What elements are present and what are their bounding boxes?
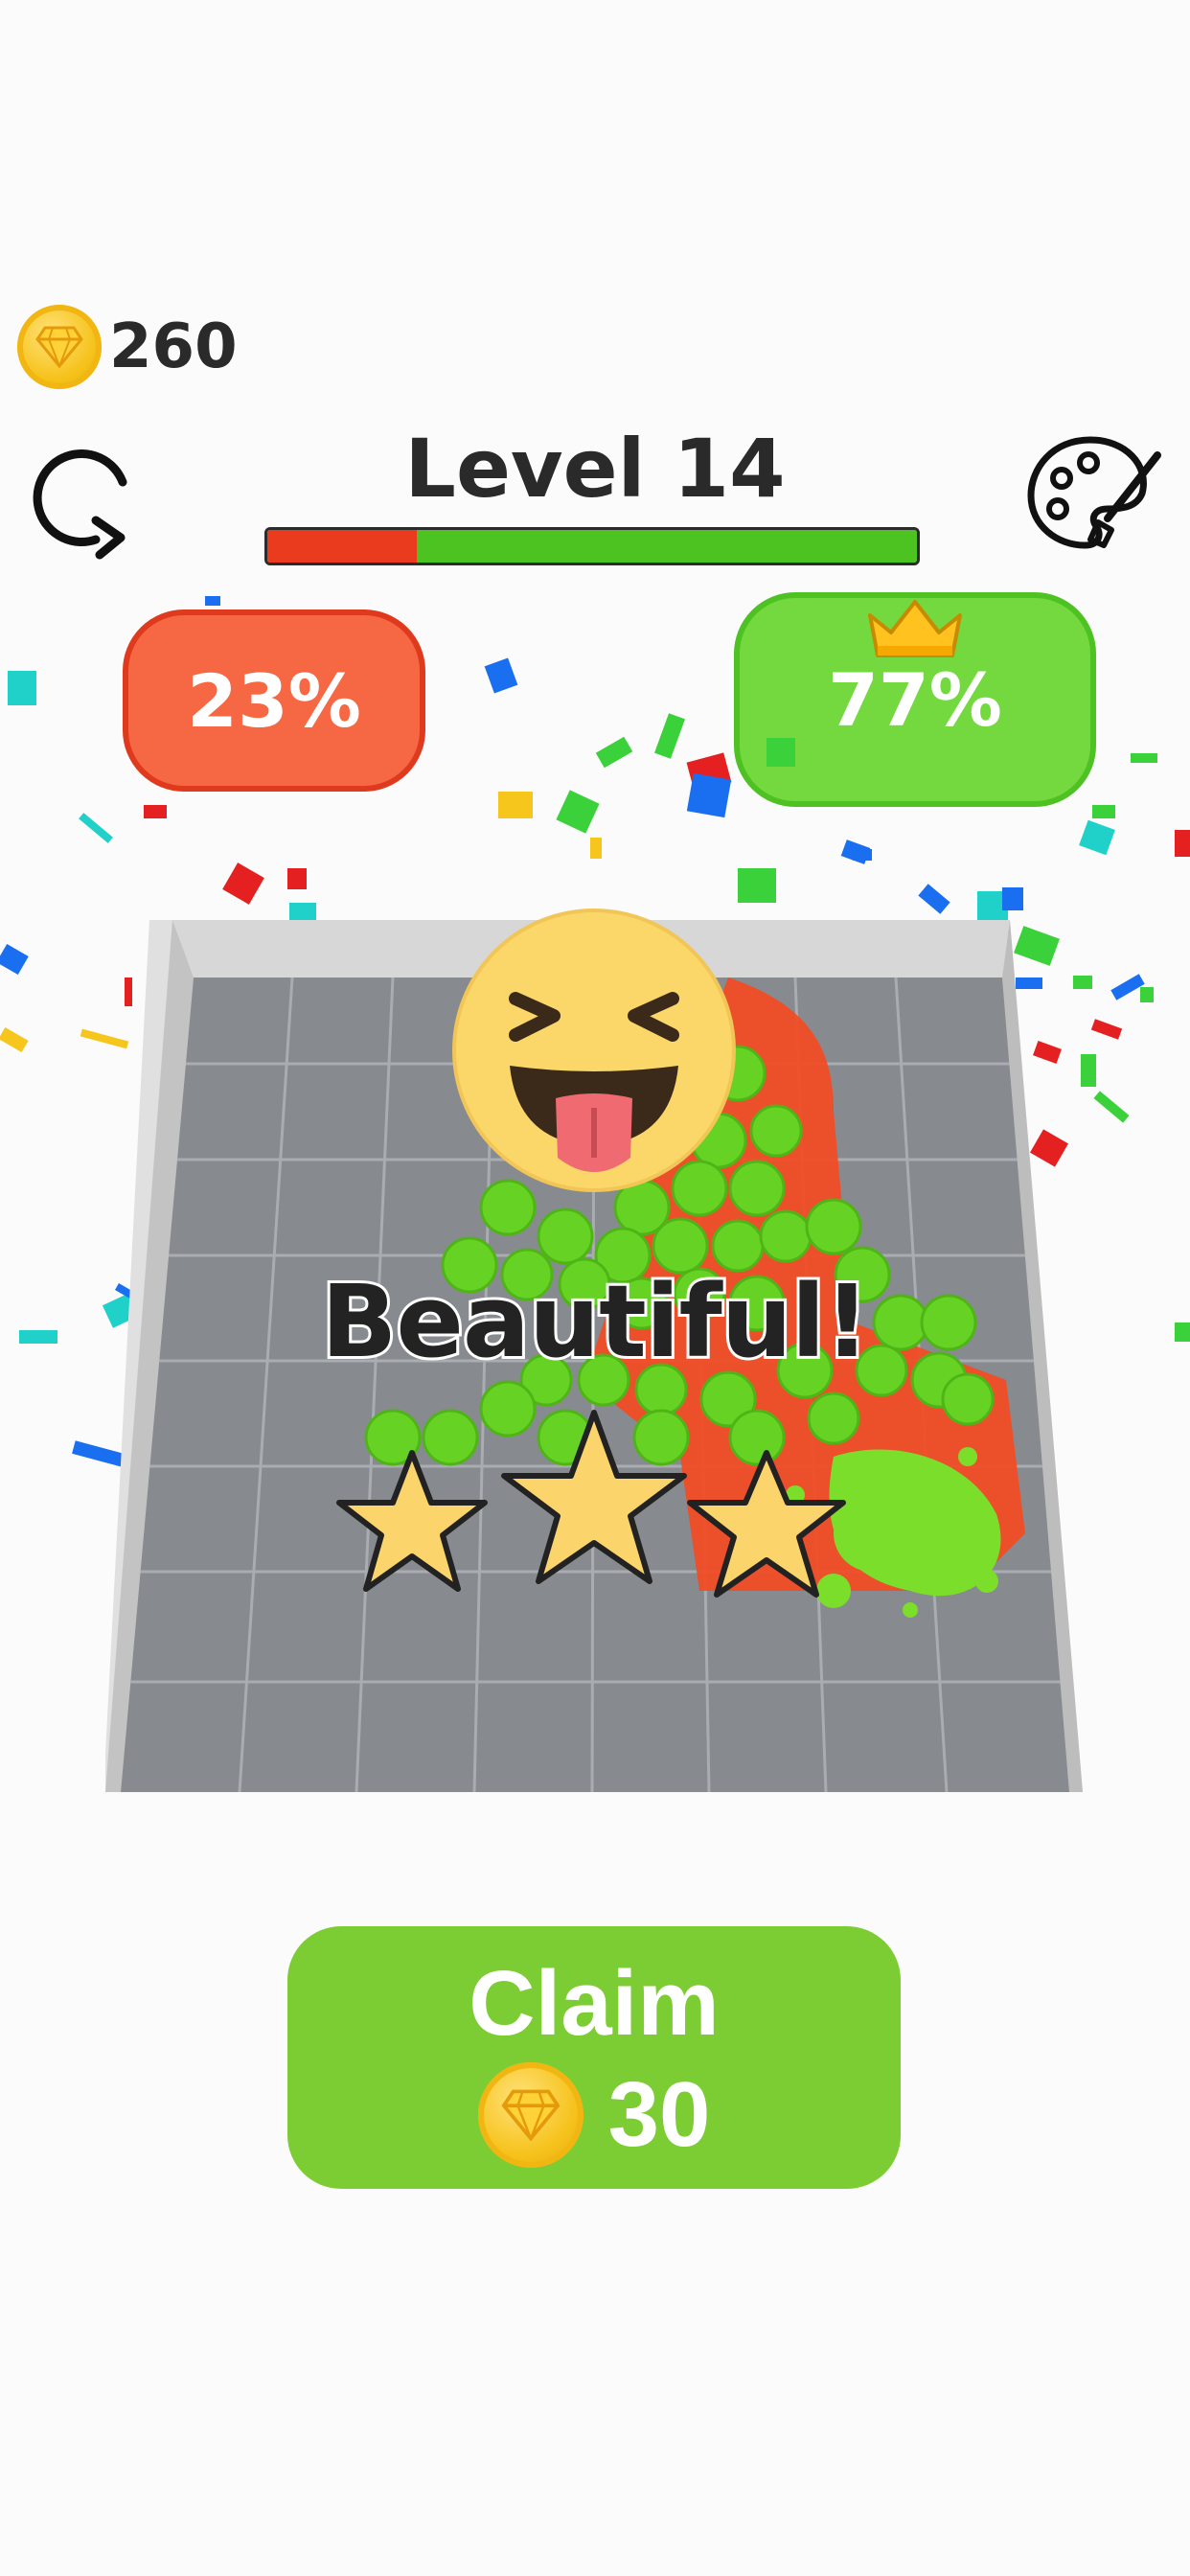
- star-rating: [336, 1410, 846, 1598]
- claim-button[interactable]: Claim 30: [287, 1926, 901, 2189]
- claim-label: Claim: [469, 1952, 720, 2055]
- claim-reward: 30: [287, 2062, 901, 2168]
- star-icon: [687, 1450, 846, 1598]
- star-icon: [336, 1450, 488, 1592]
- claim-amount: 30: [607, 2063, 711, 2166]
- coin-icon: [477, 2062, 584, 2168]
- result-message: Beautiful!: [318, 1260, 873, 1383]
- star-icon: [501, 1410, 687, 1584]
- laughing-emoji-icon: [452, 908, 736, 1192]
